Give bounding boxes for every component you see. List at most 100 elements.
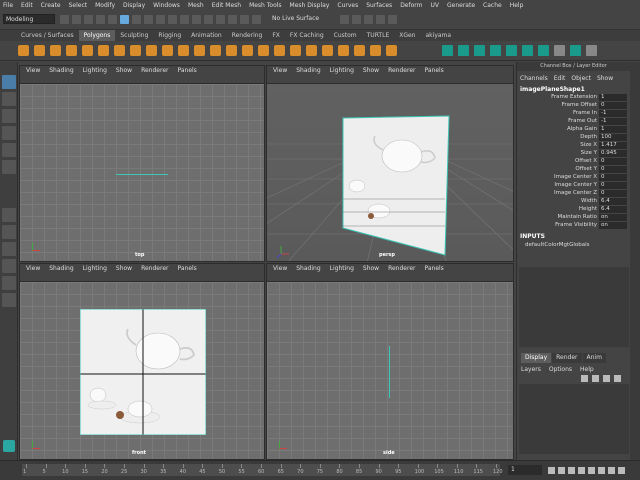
select-component-icon[interactable] <box>144 15 153 24</box>
attribute-value[interactable]: on <box>599 213 627 221</box>
shelf-tab-xgen[interactable]: XGen <box>394 30 420 41</box>
viewport-persp[interactable]: View Shading Lighting Show Renderer Pane… <box>266 65 514 262</box>
new-layer-selected-icon[interactable] <box>614 375 621 382</box>
four-pane-layout-icon[interactable] <box>2 225 16 239</box>
layer-tab-render[interactable]: Render <box>552 353 582 363</box>
menu-select[interactable]: Select <box>69 2 88 9</box>
magnet-icon[interactable] <box>156 15 165 24</box>
attribute-value[interactable]: 0 <box>599 101 627 109</box>
select-hierarchy-icon[interactable] <box>120 15 129 24</box>
menu-mesh-tools[interactable]: Mesh Tools <box>249 2 281 9</box>
poly-superellipse-icon[interactable] <box>242 45 253 56</box>
poly-spherical-harmonics-icon[interactable] <box>258 45 269 56</box>
menu-help[interactable]: Help <box>510 2 524 9</box>
attribute-row[interactable]: Size Y 0.945 <box>517 149 630 157</box>
play-forwards-icon[interactable] <box>588 467 595 474</box>
cb-menu-show[interactable]: Show <box>597 75 613 82</box>
shelf-tab-polygons[interactable]: Polygons <box>78 30 116 41</box>
scale-tool-icon[interactable] <box>2 160 16 174</box>
poly-prism-icon[interactable] <box>162 45 173 56</box>
menu-create[interactable]: Create <box>41 2 61 9</box>
attribute-row[interactable]: Alpha Gain 1 <box>517 125 630 133</box>
attribute-editor-icon[interactable] <box>376 15 385 24</box>
vp-menu-shading[interactable]: Shading <box>49 265 73 272</box>
save-scene-icon[interactable] <box>84 15 93 24</box>
poly-soccer-icon[interactable] <box>226 45 237 56</box>
vp-menu-renderer[interactable]: Renderer <box>141 265 168 272</box>
layer-menu-help[interactable]: Help <box>580 366 594 373</box>
attribute-value[interactable]: -1 <box>599 117 627 125</box>
lasso-tool-icon[interactable] <box>2 92 16 106</box>
menu-windows[interactable]: Windows <box>153 2 180 9</box>
vp-menu-renderer[interactable]: Renderer <box>388 265 415 272</box>
shelf-tab-custom[interactable]: Custom <box>329 30 362 41</box>
attribute-row[interactable]: Frame Visibility on <box>517 221 630 229</box>
vp-menu-shading[interactable]: Shading <box>296 67 320 74</box>
redo-icon[interactable] <box>108 15 117 24</box>
hypershade-icon[interactable] <box>364 15 373 24</box>
side-panel-tabs[interactable] <box>630 62 640 460</box>
layer-tab-anim[interactable]: Anim <box>582 353 606 363</box>
poly-gear-icon[interactable] <box>210 45 221 56</box>
current-frame-field[interactable]: 1 <box>508 465 542 475</box>
attribute-value[interactable]: 0 <box>599 189 627 197</box>
attribute-value[interactable]: 100 <box>599 133 627 141</box>
step-forward-icon[interactable] <box>608 467 615 474</box>
attribute-row[interactable]: Image Center Y0 <box>517 181 630 189</box>
step-forward-key-icon[interactable] <box>598 467 605 474</box>
menu-mesh[interactable]: Mesh <box>188 2 204 9</box>
single-pane-layout-icon[interactable] <box>2 208 16 222</box>
history-icon[interactable] <box>228 15 237 24</box>
attribute-row[interactable]: Height 6.4 <box>517 205 630 213</box>
shelf-tab-curves-surfaces[interactable]: Curves / Surfaces <box>16 30 79 41</box>
menu-curves[interactable]: Curves <box>337 2 358 9</box>
shelf-tab-sculpting[interactable]: Sculpting <box>115 30 153 41</box>
attribute-row[interactable]: Depth 100 <box>517 133 630 141</box>
attribute-value[interactable]: 0 <box>599 165 627 173</box>
snap-view-icon[interactable] <box>204 15 213 24</box>
bridge-icon[interactable] <box>458 45 469 56</box>
shelf-tab-fx[interactable]: FX <box>267 30 285 41</box>
attribute-row[interactable]: Image Center Z0 <box>517 189 630 197</box>
new-empty-layer-icon[interactable] <box>603 375 610 382</box>
step-back-icon[interactable] <box>558 467 565 474</box>
poly-cylinder-icon[interactable] <box>50 45 61 56</box>
two-pane-layout-icon[interactable] <box>2 242 16 256</box>
move-layer-up-icon[interactable] <box>581 375 588 382</box>
time-slider-track[interactable]: 1 5 10 15 20 25 30 35 40 45 50 55 60 65 70 75 80 85 90 95 10… <box>22 464 503 476</box>
vp-menu-lighting[interactable]: Lighting <box>83 67 107 74</box>
vp-menu-view[interactable]: View <box>273 67 287 74</box>
undo-icon[interactable] <box>96 15 105 24</box>
step-back-key-icon[interactable] <box>568 467 575 474</box>
attribute-row[interactable]: Image Center X0 <box>517 173 630 181</box>
shelf-tab-turtle[interactable]: TURTLE <box>362 30 395 41</box>
outliner-layout-icon[interactable] <box>2 259 16 273</box>
vp-menu-panels[interactable]: Panels <box>177 67 196 74</box>
select-object-icon[interactable] <box>132 15 141 24</box>
menu-generate[interactable]: Generate <box>447 2 475 9</box>
render-settings-icon[interactable] <box>352 15 361 24</box>
play-backwards-icon[interactable] <box>578 467 585 474</box>
layer-tab-display[interactable]: Display <box>521 353 552 363</box>
shelf-tab-akiyama[interactable]: akiyama <box>421 30 457 41</box>
checker-icon[interactable] <box>554 45 565 56</box>
rotate-tool-icon[interactable] <box>2 143 16 157</box>
separate-icon[interactable] <box>338 45 349 56</box>
layer-menu-options[interactable]: Options <box>549 366 572 373</box>
vp-menu-show[interactable]: Show <box>363 67 379 74</box>
viewport-side[interactable]: View Shading Lighting Show Renderer Pane… <box>266 263 514 460</box>
attribute-row[interactable]: Frame Extension 1 <box>517 93 630 101</box>
attribute-value[interactable]: 6.4 <box>599 197 627 205</box>
vp-menu-shading[interactable]: Shading <box>49 67 73 74</box>
poly-cube-icon[interactable] <box>34 45 45 56</box>
mirror-icon[interactable] <box>386 45 397 56</box>
poly-pyramid-icon[interactable] <box>146 45 157 56</box>
render-icon[interactable] <box>240 15 249 24</box>
attribute-row[interactable]: Frame In -1 <box>517 109 630 117</box>
vp-menu-view[interactable]: View <box>26 265 40 272</box>
extrude-icon[interactable] <box>442 45 453 56</box>
vp-menu-view[interactable]: View <box>26 67 40 74</box>
snap-point-icon[interactable] <box>192 15 201 24</box>
menu-edit[interactable]: Edit <box>21 2 33 9</box>
cb-menu-object[interactable]: Object <box>571 75 591 82</box>
